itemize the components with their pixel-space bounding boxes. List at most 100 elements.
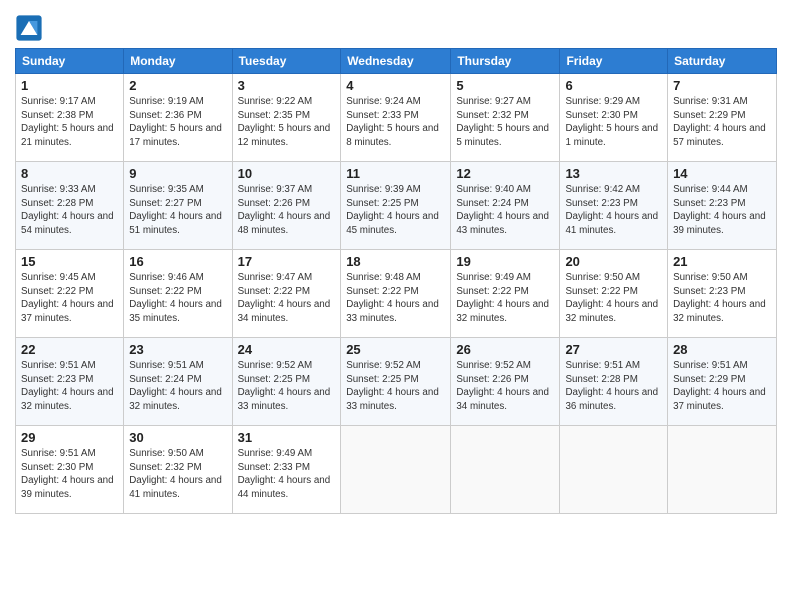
week-row-1: 1 Sunrise: 9:17 AM Sunset: 2:38 PM Dayli… (16, 74, 777, 162)
day-info: Sunrise: 9:22 AM Sunset: 2:35 PM Dayligh… (238, 95, 336, 150)
day-number: 7 (673, 78, 771, 93)
calendar-header: SundayMondayTuesdayWednesdayThursdayFrid… (16, 49, 777, 74)
day-info: Sunrise: 9:19 AM Sunset: 2:36 PM Dayligh… (129, 95, 226, 150)
day-number: 27 (565, 342, 662, 357)
calendar-body: 1 Sunrise: 9:17 AM Sunset: 2:38 PM Dayli… (16, 74, 777, 514)
day-info: Sunrise: 9:24 AM Sunset: 2:33 PM Dayligh… (346, 95, 445, 150)
day-info: Sunrise: 9:51 AM Sunset: 2:29 PM Dayligh… (673, 359, 771, 414)
day-info: Sunrise: 9:35 AM Sunset: 2:27 PM Dayligh… (129, 183, 226, 238)
day-info: Sunrise: 9:52 AM Sunset: 2:26 PM Dayligh… (456, 359, 554, 414)
day-number: 21 (673, 254, 771, 269)
day-number: 4 (346, 78, 445, 93)
calendar-cell: 27 Sunrise: 9:51 AM Sunset: 2:28 PM Dayl… (560, 338, 668, 426)
calendar-cell: 18 Sunrise: 9:48 AM Sunset: 2:22 PM Dayl… (341, 250, 451, 338)
day-number: 6 (565, 78, 662, 93)
header-tuesday: Tuesday (232, 49, 341, 74)
calendar-cell: 19 Sunrise: 9:49 AM Sunset: 2:22 PM Dayl… (451, 250, 560, 338)
calendar-cell: 9 Sunrise: 9:35 AM Sunset: 2:27 PM Dayli… (124, 162, 232, 250)
day-number: 20 (565, 254, 662, 269)
calendar-cell: 15 Sunrise: 9:45 AM Sunset: 2:22 PM Dayl… (16, 250, 124, 338)
day-number: 13 (565, 166, 662, 181)
calendar-cell: 11 Sunrise: 9:39 AM Sunset: 2:25 PM Dayl… (341, 162, 451, 250)
day-number: 18 (346, 254, 445, 269)
page: SundayMondayTuesdayWednesdayThursdayFrid… (0, 0, 792, 612)
calendar-cell: 3 Sunrise: 9:22 AM Sunset: 2:35 PM Dayli… (232, 74, 341, 162)
day-info: Sunrise: 9:42 AM Sunset: 2:23 PM Dayligh… (565, 183, 662, 238)
day-number: 11 (346, 166, 445, 181)
calendar-cell (451, 426, 560, 514)
day-info: Sunrise: 9:29 AM Sunset: 2:30 PM Dayligh… (565, 95, 662, 150)
week-row-4: 22 Sunrise: 9:51 AM Sunset: 2:23 PM Dayl… (16, 338, 777, 426)
day-info: Sunrise: 9:44 AM Sunset: 2:23 PM Dayligh… (673, 183, 771, 238)
day-number: 15 (21, 254, 118, 269)
day-info: Sunrise: 9:50 AM Sunset: 2:32 PM Dayligh… (129, 447, 226, 502)
day-number: 23 (129, 342, 226, 357)
calendar-cell: 31 Sunrise: 9:49 AM Sunset: 2:33 PM Dayl… (232, 426, 341, 514)
day-info: Sunrise: 9:33 AM Sunset: 2:28 PM Dayligh… (21, 183, 118, 238)
day-number: 31 (238, 430, 336, 445)
day-info: Sunrise: 9:27 AM Sunset: 2:32 PM Dayligh… (456, 95, 554, 150)
day-info: Sunrise: 9:50 AM Sunset: 2:23 PM Dayligh… (673, 271, 771, 326)
day-info: Sunrise: 9:17 AM Sunset: 2:38 PM Dayligh… (21, 95, 118, 150)
day-number: 24 (238, 342, 336, 357)
day-info: Sunrise: 9:51 AM Sunset: 2:23 PM Dayligh… (21, 359, 118, 414)
header-wednesday: Wednesday (341, 49, 451, 74)
calendar-cell: 20 Sunrise: 9:50 AM Sunset: 2:22 PM Dayl… (560, 250, 668, 338)
week-row-5: 29 Sunrise: 9:51 AM Sunset: 2:30 PM Dayl… (16, 426, 777, 514)
calendar-cell: 22 Sunrise: 9:51 AM Sunset: 2:23 PM Dayl… (16, 338, 124, 426)
day-number: 8 (21, 166, 118, 181)
calendar-cell: 24 Sunrise: 9:52 AM Sunset: 2:25 PM Dayl… (232, 338, 341, 426)
day-info: Sunrise: 9:51 AM Sunset: 2:24 PM Dayligh… (129, 359, 226, 414)
day-info: Sunrise: 9:50 AM Sunset: 2:22 PM Dayligh… (565, 271, 662, 326)
header-row: SundayMondayTuesdayWednesdayThursdayFrid… (16, 49, 777, 74)
calendar-cell: 28 Sunrise: 9:51 AM Sunset: 2:29 PM Dayl… (668, 338, 777, 426)
calendar-cell: 12 Sunrise: 9:40 AM Sunset: 2:24 PM Dayl… (451, 162, 560, 250)
day-number: 10 (238, 166, 336, 181)
calendar-cell: 6 Sunrise: 9:29 AM Sunset: 2:30 PM Dayli… (560, 74, 668, 162)
header-sunday: Sunday (16, 49, 124, 74)
day-number: 28 (673, 342, 771, 357)
calendar-cell: 30 Sunrise: 9:50 AM Sunset: 2:32 PM Dayl… (124, 426, 232, 514)
day-number: 3 (238, 78, 336, 93)
logo-icon (15, 14, 43, 42)
calendar-cell: 21 Sunrise: 9:50 AM Sunset: 2:23 PM Dayl… (668, 250, 777, 338)
day-info: Sunrise: 9:48 AM Sunset: 2:22 PM Dayligh… (346, 271, 445, 326)
day-number: 19 (456, 254, 554, 269)
calendar-cell: 2 Sunrise: 9:19 AM Sunset: 2:36 PM Dayli… (124, 74, 232, 162)
header (15, 10, 777, 42)
day-number: 17 (238, 254, 336, 269)
day-info: Sunrise: 9:52 AM Sunset: 2:25 PM Dayligh… (346, 359, 445, 414)
day-number: 16 (129, 254, 226, 269)
calendar-cell: 25 Sunrise: 9:52 AM Sunset: 2:25 PM Dayl… (341, 338, 451, 426)
header-friday: Friday (560, 49, 668, 74)
day-number: 9 (129, 166, 226, 181)
calendar-cell: 10 Sunrise: 9:37 AM Sunset: 2:26 PM Dayl… (232, 162, 341, 250)
day-number: 12 (456, 166, 554, 181)
day-info: Sunrise: 9:39 AM Sunset: 2:25 PM Dayligh… (346, 183, 445, 238)
logo (15, 14, 45, 42)
day-info: Sunrise: 9:45 AM Sunset: 2:22 PM Dayligh… (21, 271, 118, 326)
day-number: 26 (456, 342, 554, 357)
calendar-cell: 14 Sunrise: 9:44 AM Sunset: 2:23 PM Dayl… (668, 162, 777, 250)
calendar-cell (341, 426, 451, 514)
day-info: Sunrise: 9:47 AM Sunset: 2:22 PM Dayligh… (238, 271, 336, 326)
calendar-cell: 7 Sunrise: 9:31 AM Sunset: 2:29 PM Dayli… (668, 74, 777, 162)
day-number: 29 (21, 430, 118, 445)
day-number: 1 (21, 78, 118, 93)
day-info: Sunrise: 9:52 AM Sunset: 2:25 PM Dayligh… (238, 359, 336, 414)
calendar-cell: 8 Sunrise: 9:33 AM Sunset: 2:28 PM Dayli… (16, 162, 124, 250)
calendar-cell (668, 426, 777, 514)
calendar-cell: 29 Sunrise: 9:51 AM Sunset: 2:30 PM Dayl… (16, 426, 124, 514)
day-info: Sunrise: 9:49 AM Sunset: 2:33 PM Dayligh… (238, 447, 336, 502)
day-info: Sunrise: 9:46 AM Sunset: 2:22 PM Dayligh… (129, 271, 226, 326)
day-number: 25 (346, 342, 445, 357)
day-info: Sunrise: 9:31 AM Sunset: 2:29 PM Dayligh… (673, 95, 771, 150)
calendar-cell: 4 Sunrise: 9:24 AM Sunset: 2:33 PM Dayli… (341, 74, 451, 162)
calendar-cell: 23 Sunrise: 9:51 AM Sunset: 2:24 PM Dayl… (124, 338, 232, 426)
day-number: 30 (129, 430, 226, 445)
calendar-cell: 1 Sunrise: 9:17 AM Sunset: 2:38 PM Dayli… (16, 74, 124, 162)
day-info: Sunrise: 9:37 AM Sunset: 2:26 PM Dayligh… (238, 183, 336, 238)
calendar-cell: 5 Sunrise: 9:27 AM Sunset: 2:32 PM Dayli… (451, 74, 560, 162)
day-info: Sunrise: 9:51 AM Sunset: 2:30 PM Dayligh… (21, 447, 118, 502)
calendar-cell: 16 Sunrise: 9:46 AM Sunset: 2:22 PM Dayl… (124, 250, 232, 338)
